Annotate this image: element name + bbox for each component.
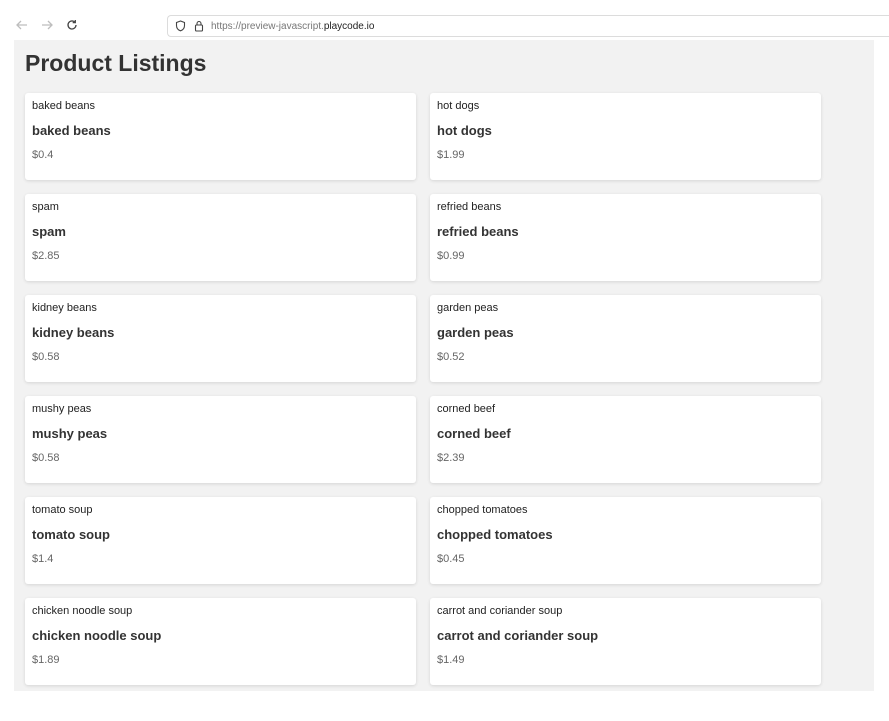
product-image-alt: mushy peas xyxy=(32,403,92,415)
url-host: playcode.io xyxy=(323,21,375,32)
product-card[interactable]: garden peas garden peas $0.52 xyxy=(430,295,821,382)
product-price: $0.99 xyxy=(437,250,465,262)
lock-icon[interactable] xyxy=(192,19,206,33)
product-card[interactable]: chopped tomatoes chopped tomatoes $0.45 xyxy=(430,497,821,584)
product-name: chicken noodle soup xyxy=(32,628,162,643)
product-card[interactable]: spam spam $2.85 xyxy=(25,194,416,281)
product-image-alt: refried beans xyxy=(437,201,502,213)
product-card[interactable]: tomato soup tomato soup $1.4 xyxy=(25,497,416,584)
product-image-alt: corned beef xyxy=(437,403,496,415)
product-image-alt: spam xyxy=(32,201,59,213)
product-name: garden peas xyxy=(437,325,514,340)
product-name: mushy peas xyxy=(32,426,108,441)
url-text[interactable]: https://preview-javascript.playcode.io xyxy=(211,20,374,33)
product-card[interactable]: refried beans refried beans $0.99 xyxy=(430,194,821,281)
product-price: $1.4 xyxy=(32,553,54,565)
product-price: $1.99 xyxy=(437,149,465,161)
product-price: $0.45 xyxy=(437,553,465,565)
product-image-alt: hot dogs xyxy=(437,100,480,112)
product-image-alt: carrot and coriander soup xyxy=(437,605,563,617)
product-name: refried beans xyxy=(437,224,519,239)
shield-icon[interactable] xyxy=(173,19,187,33)
address-bar[interactable]: https://preview-javascript.playcode.io xyxy=(167,15,889,37)
product-card[interactable]: kidney beans kidney beans $0.58 xyxy=(25,295,416,382)
product-name: baked beans xyxy=(32,123,111,138)
product-grid: baked beans baked beans $0.4 hot dogs ho… xyxy=(25,93,821,685)
product-image-alt: chicken noodle soup xyxy=(32,605,133,617)
product-name: hot dogs xyxy=(437,123,492,138)
product-name: kidney beans xyxy=(32,325,115,340)
product-card[interactable]: chicken noodle soup chicken noodle soup … xyxy=(25,598,416,685)
product-name: carrot and coriander soup xyxy=(437,628,599,643)
product-name: corned beef xyxy=(437,426,511,441)
product-card[interactable]: corned beef corned beef $2.39 xyxy=(430,396,821,483)
back-arrow-icon[interactable] xyxy=(14,17,30,33)
product-image-alt: garden peas xyxy=(437,302,499,314)
reload-icon[interactable] xyxy=(64,17,80,33)
product-price: $0.58 xyxy=(32,351,60,363)
product-card[interactable]: baked beans baked beans $0.4 xyxy=(25,93,416,180)
page-viewport: Product Listings baked beans baked beans… xyxy=(14,40,874,691)
product-image-alt: kidney beans xyxy=(32,302,97,314)
product-price: $0.58 xyxy=(32,452,60,464)
product-price: $2.85 xyxy=(32,250,60,262)
product-image-alt: baked beans xyxy=(32,100,95,112)
product-price: $0.4 xyxy=(32,149,54,161)
browser-toolbar: https://preview-javascript.playcode.io xyxy=(0,0,889,40)
url-prefix: https://preview-javascript. xyxy=(211,21,324,32)
product-name: tomato soup xyxy=(32,527,110,542)
product-price: $1.49 xyxy=(437,654,465,666)
product-price: $2.39 xyxy=(437,452,465,464)
product-image-alt: tomato soup xyxy=(32,504,93,516)
product-image-alt: chopped tomatoes xyxy=(437,504,528,516)
product-card[interactable]: hot dogs hot dogs $1.99 xyxy=(430,93,821,180)
product-card[interactable]: carrot and coriander soup carrot and cor… xyxy=(430,598,821,685)
product-name: chopped tomatoes xyxy=(437,527,553,542)
product-name: spam xyxy=(32,224,66,239)
product-price: $1.89 xyxy=(32,654,60,666)
page-title: Product Listings xyxy=(25,50,207,76)
product-price: $0.52 xyxy=(437,351,465,363)
forward-arrow-icon[interactable] xyxy=(39,17,55,33)
product-card[interactable]: mushy peas mushy peas $0.58 xyxy=(25,396,416,483)
